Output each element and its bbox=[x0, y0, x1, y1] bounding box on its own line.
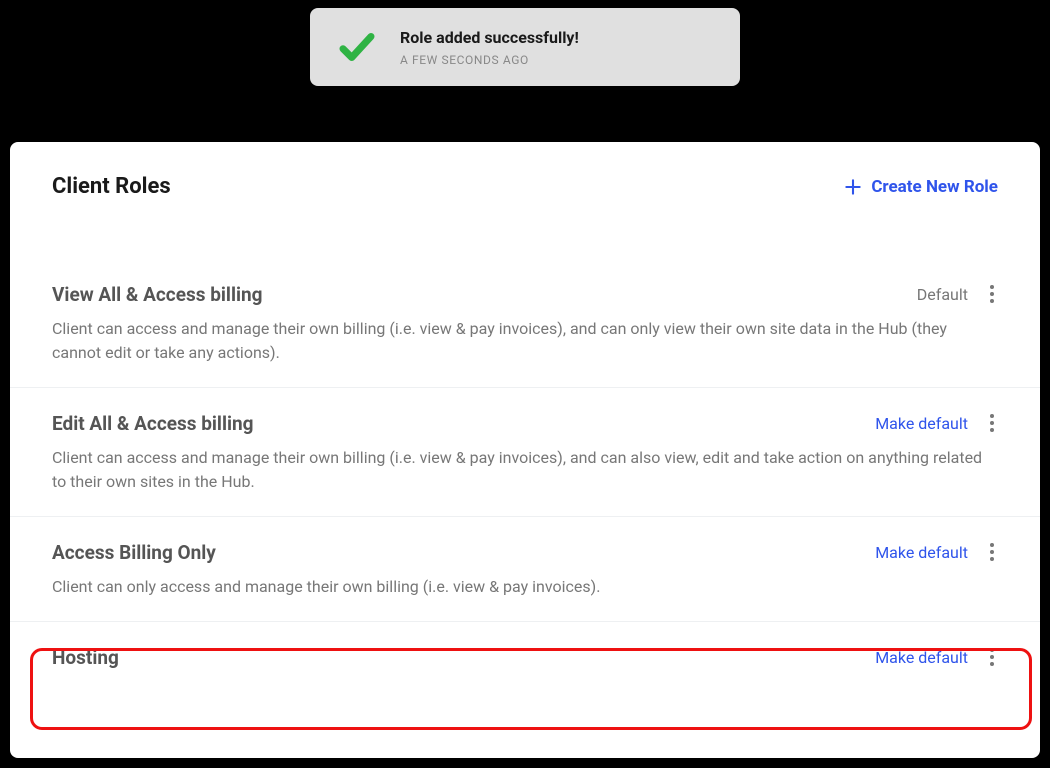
role-name: Edit All & Access billing bbox=[52, 412, 254, 435]
role-description: Client can only access and manage their … bbox=[52, 575, 992, 599]
create-new-role-button[interactable]: Create New Role bbox=[843, 177, 998, 197]
role-name: Access Billing Only bbox=[52, 541, 216, 564]
role-name: View All & Access billing bbox=[52, 283, 263, 306]
make-default-button[interactable]: Make default bbox=[875, 543, 968, 562]
role-menu-button[interactable] bbox=[986, 644, 998, 670]
checkmark-icon bbox=[336, 26, 378, 68]
make-default-button[interactable]: Make default bbox=[875, 648, 968, 667]
panel-title: Client Roles bbox=[52, 174, 171, 199]
role-name: Hosting bbox=[52, 646, 119, 669]
create-new-role-label: Create New Role bbox=[871, 177, 998, 197]
role-description: Client can access and manage their own b… bbox=[52, 317, 992, 365]
role-item-hosting: Hosting Make default bbox=[10, 622, 1040, 692]
toast-message: Role added successfully! bbox=[400, 28, 579, 47]
role-item-view-all: View All & Access billing Default Client… bbox=[10, 259, 1040, 388]
role-menu-button[interactable] bbox=[986, 281, 998, 307]
role-item-edit-all: Edit All & Access billing Make default C… bbox=[10, 388, 1040, 517]
toast-timestamp: A FEW SECONDS AGO bbox=[400, 53, 579, 67]
plus-icon bbox=[843, 177, 863, 197]
role-menu-button[interactable] bbox=[986, 539, 998, 565]
client-roles-panel: Client Roles Create New Role View All & … bbox=[10, 142, 1040, 758]
roles-list: View All & Access billing Default Client… bbox=[10, 259, 1040, 692]
toast-notification: Role added successfully! A FEW SECONDS A… bbox=[310, 8, 740, 86]
role-description: Client can access and manage their own b… bbox=[52, 446, 992, 494]
make-default-button[interactable]: Make default bbox=[875, 414, 968, 433]
default-badge: Default bbox=[917, 285, 968, 304]
role-item-access-billing: Access Billing Only Make default Client … bbox=[10, 517, 1040, 622]
role-menu-button[interactable] bbox=[986, 410, 998, 436]
